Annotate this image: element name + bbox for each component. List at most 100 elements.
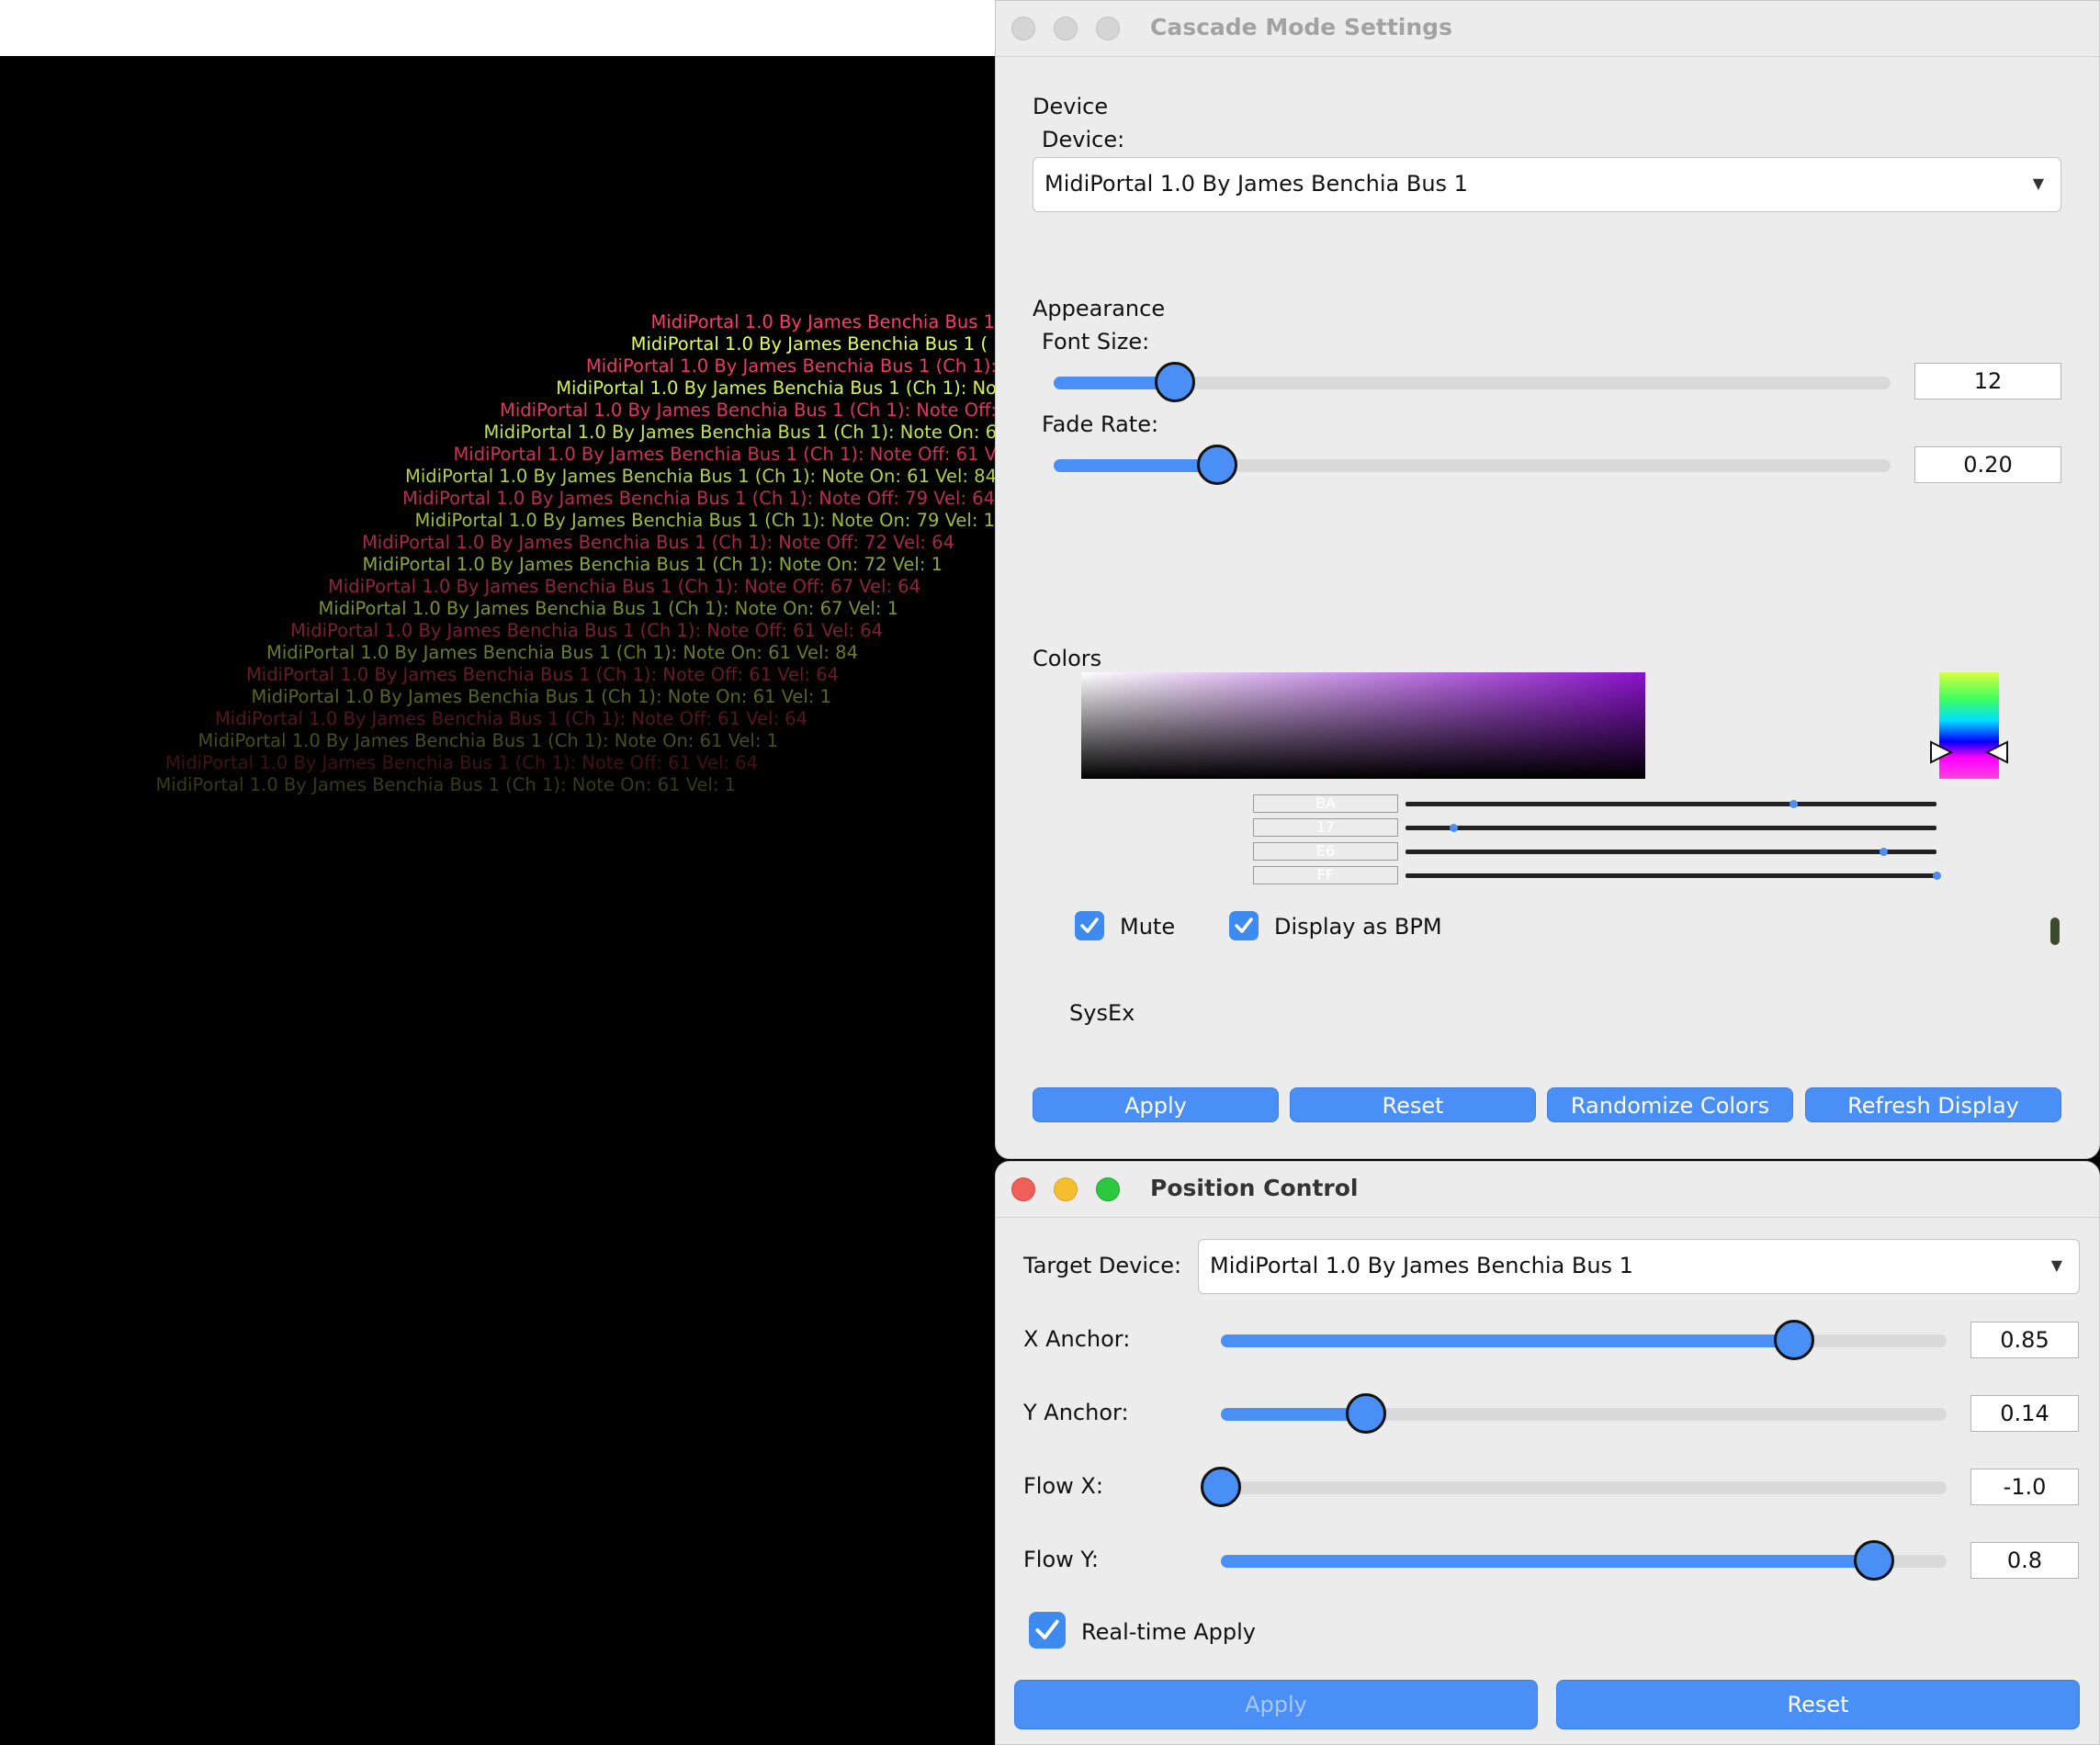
cascade-message-line: MidiPortal 1.0 By James Benchia Bus 1 (C… (198, 730, 778, 751)
cascade-display: MidiPortal 1.0 By James Benchia Bus 1 Mid… (0, 0, 997, 1745)
y-anchor-value-field[interactable]: 0.14 (1970, 1395, 2079, 1432)
sysex-label: SysEx (1069, 1000, 1135, 1026)
mute-checkbox[interactable] (1075, 911, 1104, 940)
color-channel-slider[interactable] (1406, 826, 1936, 830)
color-channel-value-field[interactable]: FF (1253, 866, 1398, 884)
cascade-message-line: MidiPortal 1.0 By James Benchia Bus 1 (C… (585, 355, 997, 377)
minimize-window-button[interactable] (1054, 1177, 1078, 1201)
hue-marker-left-icon (1930, 740, 1953, 764)
chevron-down-icon: ▼ (2050, 1256, 2062, 1274)
cascade-message-line: MidiPortal 1.0 By James Benchia Bus 1 (C… (362, 554, 943, 575)
colors-group-label: Colors (1033, 646, 1102, 671)
target-device-select[interactable]: MidiPortal 1.0 By James Benchia Bus 1 ▼ (1198, 1239, 2080, 1294)
slider-fill (1221, 1334, 1795, 1347)
device-label: Device: (1042, 127, 1125, 152)
cascade-message-line: MidiPortal 1.0 By James Benchia Bus 1 (C… (500, 400, 997, 421)
title-bar[interactable]: Cascade Mode Settings (996, 1, 2099, 57)
cascade-message-line: MidiPortal 1.0 By James Benchia Bus 1 (C… (289, 620, 883, 641)
scroll-indicator[interactable] (2050, 918, 2060, 945)
realtime-apply-label: Real-time Apply (1081, 1619, 1257, 1645)
reset-button[interactable]: Reset (1290, 1087, 1536, 1122)
slider-thumb[interactable] (1155, 362, 1196, 402)
color-channel-value-field[interactable]: 17 (1253, 818, 1398, 837)
close-window-button[interactable] (1011, 17, 1035, 40)
reset-button[interactable]: Reset (1556, 1680, 2080, 1729)
color-channel-slider-thumb[interactable] (1880, 848, 1889, 856)
device-select-value: MidiPortal 1.0 By James Benchia Bus 1 (1044, 171, 1468, 197)
display-as-bpm-checkbox[interactable] (1229, 911, 1259, 940)
target-device-label: Target Device: (1023, 1253, 1182, 1278)
flow-y-value-field[interactable]: 0.8 (1970, 1542, 2079, 1579)
cascade-message-line: MidiPortal 1.0 By James Benchia Bus 1 (C… (453, 444, 997, 465)
apply-button[interactable]: Apply (1033, 1087, 1279, 1122)
cascade-message-line: MidiPortal 1.0 By James Benchia Bus 1 (C… (414, 510, 995, 531)
zoom-window-button[interactable] (1096, 1177, 1120, 1201)
refresh-display-button[interactable]: Refresh Display (1805, 1087, 2061, 1122)
font-size-slider[interactable] (1054, 362, 1891, 402)
slider-fill (1054, 459, 1217, 472)
fade-rate-slider[interactable] (1054, 445, 1891, 485)
mute-label: Mute (1120, 914, 1176, 940)
fade-rate-label: Fade Rate: (1042, 411, 1159, 437)
color-channel-slider-thumb[interactable] (1789, 800, 1798, 808)
position-control-window: Position Control Target Device: MidiPort… (995, 1161, 2100, 1745)
color-channel-value-field[interactable]: E6 (1253, 842, 1398, 861)
slider-track (1221, 1481, 1947, 1494)
close-window-button[interactable] (1011, 1177, 1035, 1201)
slider-thumb[interactable] (1774, 1320, 1815, 1360)
y-anchor-label: Y Anchor: (1023, 1400, 1129, 1425)
fade-rate-value-field[interactable]: 0.20 (1914, 446, 2061, 483)
flow-y-slider[interactable] (1221, 1540, 1947, 1581)
cascade-settings-window: Cascade Mode Settings Device Device: Mid… (995, 0, 2100, 1159)
cascade-message-line: MidiPortal 1.0 By James Benchia Bus 1 (650, 311, 995, 332)
window-title: Cascade Mode Settings (1150, 14, 1452, 40)
device-select[interactable]: MidiPortal 1.0 By James Benchia Bus 1 ▼ (1033, 157, 2061, 212)
x-anchor-slider[interactable] (1221, 1320, 1947, 1360)
device-group-label: Device (1033, 94, 1109, 119)
color-channel-slider[interactable] (1406, 850, 1936, 854)
hue-marker-right-icon (1985, 740, 2008, 764)
flow-y-label: Flow Y: (1023, 1547, 1099, 1572)
slider-fill (1221, 1408, 1366, 1421)
cascade-message-line: MidiPortal 1.0 By James Benchia Bus 1 (C… (155, 774, 736, 795)
cascade-message-line: MidiPortal 1.0 By James Benchia Bus 1 (C… (327, 576, 920, 597)
saturation-value-picker[interactable] (1081, 672, 1645, 779)
slider-fill (1221, 1555, 1874, 1568)
apply-button[interactable]: Apply (1014, 1680, 1538, 1729)
y-anchor-slider[interactable] (1221, 1393, 1947, 1434)
zoom-window-button[interactable] (1096, 17, 1120, 40)
flow-x-slider[interactable] (1201, 1467, 1947, 1507)
chevron-down-icon: ▼ (2032, 174, 2044, 192)
cascade-message-line: MidiPortal 1.0 By James Benchia Bus 1 (C… (266, 642, 858, 663)
color-channel-value-field[interactable]: BA (1253, 794, 1398, 813)
cascade-message-list: MidiPortal 1.0 By James Benchia Bus 1 Mid… (0, 0, 997, 1745)
color-channel-slider[interactable] (1406, 802, 1936, 806)
cascade-message-line: MidiPortal 1.0 By James Benchia Bus 1 (C… (483, 422, 997, 443)
slider-thumb[interactable] (1196, 445, 1237, 485)
minimize-window-button[interactable] (1054, 17, 1078, 40)
flow-x-value-field[interactable]: -1.0 (1970, 1469, 2079, 1505)
font-size-value-field[interactable]: 12 (1914, 363, 2061, 400)
cascade-message-line: MidiPortal 1.0 By James Benchia Bus 1 (C… (318, 598, 898, 619)
target-device-value: MidiPortal 1.0 By James Benchia Bus 1 (1210, 1253, 1633, 1278)
slider-thumb[interactable] (1201, 1467, 1241, 1507)
cascade-message-line: MidiPortal 1.0 By James Benchia Bus 1 (C… (164, 752, 758, 773)
slider-thumb[interactable] (1346, 1393, 1386, 1434)
window-title: Position Control (1150, 1175, 1359, 1201)
cascade-message-line: MidiPortal 1.0 By James Benchia Bus 1 (C… (361, 532, 954, 553)
color-channel-slider[interactable] (1406, 873, 1936, 878)
cascade-message-line: MidiPortal 1.0 By James Benchia Bus 1 (C… (405, 466, 997, 487)
title-bar[interactable]: Position Control (996, 1162, 2099, 1218)
flow-x-label: Flow X: (1023, 1473, 1103, 1499)
cascade-message-line: MidiPortal 1.0 By James Benchia Bus 1 (C… (245, 664, 839, 685)
realtime-apply-checkbox[interactable] (1029, 1612, 1066, 1649)
cascade-message-line: MidiPortal 1.0 By James Benchia Bus 1 (C… (214, 708, 807, 729)
cascade-message-line: MidiPortal 1.0 By James Benchia Bus 1 (C… (556, 377, 997, 399)
font-size-label: Font Size: (1042, 329, 1150, 355)
slider-thumb[interactable] (1854, 1540, 1894, 1581)
randomize-colors-button[interactable]: Randomize Colors (1547, 1087, 1793, 1122)
color-channel-slider-thumb[interactable] (1450, 824, 1459, 832)
appearance-group-label: Appearance (1033, 296, 1166, 321)
x-anchor-value-field[interactable]: 0.85 (1970, 1322, 2079, 1358)
color-channel-slider-thumb[interactable] (1933, 872, 1941, 880)
